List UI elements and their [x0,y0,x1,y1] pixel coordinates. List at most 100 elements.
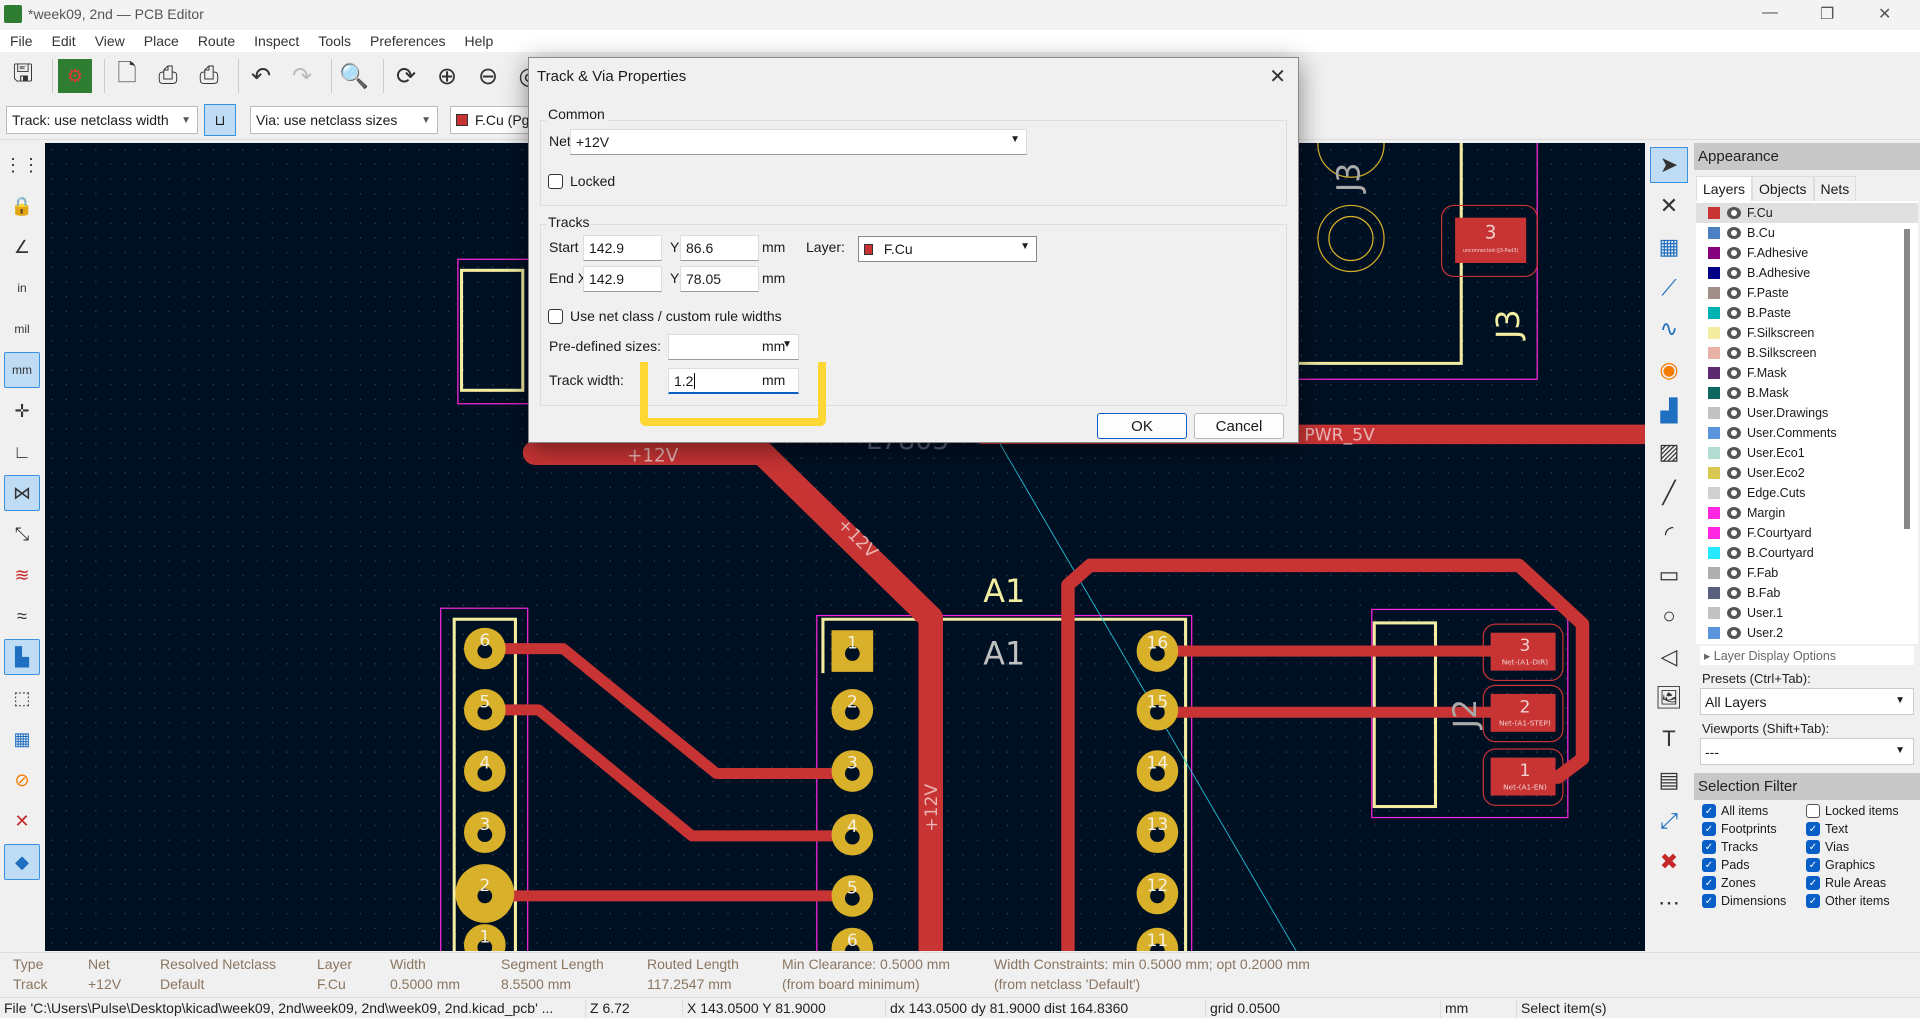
grid-toggle-icon[interactable]: ⋮⋮ [4,147,40,183]
eye-icon[interactable] [1727,207,1741,219]
menu-help[interactable]: Help [464,33,493,49]
eye-icon[interactable] [1727,347,1741,359]
layer-row-b-mask[interactable]: B.Mask [1696,383,1918,403]
filter-graphics[interactable]: ✓ Graphics [1806,858,1916,872]
eye-icon[interactable] [1727,607,1741,619]
layer-row-user-1[interactable]: User.1 [1696,603,1918,623]
checkbox[interactable]: ✓ [1702,876,1716,890]
eye-icon[interactable] [1727,327,1741,339]
start-y-input[interactable]: 86.6 [680,235,759,261]
filter-zones[interactable]: ✓ Zones [1702,876,1806,890]
left-header-pad[interactable]: 4 [463,750,506,792]
layer-color-swatch[interactable] [1708,367,1720,379]
local-ratsnest-icon[interactable]: ✕ [1650,188,1688,224]
checkbox[interactable]: ✓ [1702,804,1716,818]
layer-row-user-eco2[interactable]: User.Eco2 [1696,463,1918,483]
eye-icon[interactable] [1727,407,1741,419]
eye-icon[interactable] [1727,247,1741,259]
grid-origin-icon[interactable]: ⋯ [1650,885,1688,921]
net-select[interactable]: +12V ▼ [570,129,1027,155]
layer-color-swatch[interactable] [1708,287,1720,299]
add-via-icon[interactable]: ◉ [1650,352,1688,388]
layer-color-swatch[interactable] [1708,487,1720,499]
ok-button[interactable]: OK [1097,413,1187,439]
a1-right-pad[interactable]: 13 [1136,811,1179,854]
eye-icon[interactable] [1727,227,1741,239]
eye-icon[interactable] [1727,387,1741,399]
menu-place[interactable]: Place [144,33,179,49]
menu-file[interactable]: File [10,33,33,49]
layer-row-edge-cuts[interactable]: Edge.Cuts [1696,483,1918,503]
eye-icon[interactable] [1727,447,1741,459]
checkbox[interactable]: ✓ [1806,822,1820,836]
checkbox[interactable]: ✓ [1806,894,1820,908]
locked-checkbox[interactable] [548,174,563,189]
inches-icon[interactable]: in [4,270,40,306]
polar-coords-icon[interactable]: ∠ [4,229,40,265]
menu-view[interactable]: View [95,33,125,49]
select-arrow-icon[interactable]: ➤ [1650,147,1688,183]
layer-row-f-courtyard[interactable]: F.Courtyard [1696,523,1918,543]
refresh-icon[interactable]: ⟳ [389,59,423,93]
zone-outline-icon[interactable]: ⬚ [4,680,40,716]
zoom-out-icon[interactable]: ⊖ [471,59,505,93]
checkbox[interactable]: ✓ [1702,858,1716,872]
add-footprint-icon[interactable]: ▦ [1650,229,1688,265]
layer-color-swatch[interactable] [1708,507,1720,519]
high-contrast-icon[interactable]: ✕ [4,803,40,839]
menu-edit[interactable]: Edit [52,33,76,49]
menu-route[interactable]: Route [198,33,235,49]
layer-row-b-fab[interactable]: B.Fab [1696,583,1918,603]
layer-row-f-mask[interactable]: F.Mask [1696,363,1918,383]
left-header-pad[interactable]: 3 [463,811,506,854]
filter-locked-items[interactable]: Locked items [1806,804,1916,818]
layer-row-b-silkscreen[interactable]: B.Silkscreen [1696,343,1918,363]
a1-left-pad[interactable]: 1 [831,630,874,672]
layer-row-user-drawings[interactable]: User.Drawings [1696,403,1918,423]
cancel-button[interactable]: Cancel [1194,413,1284,439]
layer-row-f-paste[interactable]: F.Paste [1696,283,1918,303]
add-zone-icon[interactable]: ▟ [1650,393,1688,429]
layer-row-user-2[interactable]: User.2 [1696,623,1918,643]
layer-row-b-paste[interactable]: B.Paste [1696,303,1918,323]
layer-color-swatch[interactable] [1708,347,1720,359]
layer-color-swatch[interactable] [1708,407,1720,419]
net-color-icon[interactable]: ≋ [4,557,40,593]
layer-color-swatch[interactable] [1708,607,1720,619]
eye-icon[interactable] [1727,287,1741,299]
tab-layers[interactable]: Layers [1696,176,1753,201]
dialog-close-button[interactable]: ✕ [1269,64,1286,89]
tune-length-icon[interactable]: ∿ [1650,311,1688,347]
checkbox[interactable]: ✓ [1806,876,1820,890]
page-settings-icon[interactable]: 🗋 [110,59,144,93]
find-icon[interactable]: 🔍 [337,59,371,93]
eye-icon[interactable] [1727,427,1741,439]
layer-row-f-fab[interactable]: F.Fab [1696,563,1918,583]
delete-tool-icon[interactable]: ✖ [1650,844,1688,880]
layer-color-swatch[interactable] [1708,447,1720,459]
layer-color-swatch[interactable] [1708,207,1720,219]
filter-rule-areas[interactable]: ✓ Rule Areas [1806,876,1916,890]
filter-pads[interactable]: ✓ Pads [1702,858,1806,872]
eye-icon[interactable] [1727,367,1741,379]
draw-circle-icon[interactable]: ○ [1650,598,1688,634]
maximize-button[interactable]: ❐ [1820,4,1834,24]
layer-row-b-adhesive[interactable]: B.Adhesive [1696,263,1918,283]
layer-color-swatch[interactable] [1708,427,1720,439]
layer-row-f-silkscreen[interactable]: F.Silkscreen [1696,323,1918,343]
a1-left-pad[interactable]: 3 [831,750,874,792]
eye-icon[interactable] [1727,307,1741,319]
mils-icon[interactable]: mil [4,311,40,347]
a1-left-pad[interactable]: 2 [831,689,874,731]
draw-rectangle-icon[interactable]: ▭ [1650,557,1688,593]
eye-icon[interactable] [1727,267,1741,279]
left-header-pad[interactable]: 2 [455,864,515,923]
curved-ratsnest-icon[interactable]: ⤡ [4,516,40,552]
pad-display-icon[interactable]: ▦ [4,721,40,757]
filter-other-items[interactable]: ✓ Other items [1806,894,1916,908]
print-icon[interactable]: ⎙ [151,59,185,93]
eye-icon[interactable] [1727,627,1741,639]
auto-track-width-icon[interactable]: ⊔ [204,104,236,136]
layer-select[interactable]: F.Cu (Pg [450,106,540,134]
layer-row-f-cu[interactable]: F.Cu [1696,203,1918,223]
